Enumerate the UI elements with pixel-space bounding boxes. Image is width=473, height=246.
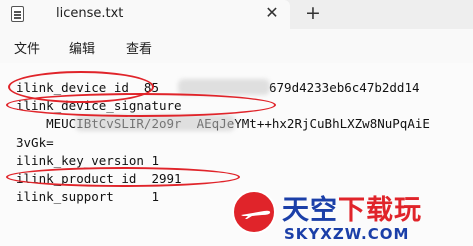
watermark-en: SKYXZW.COM (284, 225, 410, 243)
watermark-cn: 天空下载玩 (282, 188, 422, 227)
line-support: ilink_support 1 (16, 189, 159, 204)
device-id-tail: 679d4233eb6c47b2dd14 (269, 80, 420, 95)
close-icon[interactable]: ✕ (262, 2, 282, 24)
tab-bar: license.txt ✕ + (0, 0, 473, 29)
tab-license[interactable]: license.txt ✕ (0, 0, 290, 29)
new-tab-button[interactable]: + (302, 1, 324, 25)
menu-bar: 文件 编辑 查看 (0, 29, 473, 63)
watermark-cn-2: 下载玩 (338, 195, 422, 226)
line-signature-end: 3vGk= (16, 135, 54, 150)
line-key-version: ilink_key_version 1 (16, 153, 159, 168)
watermark-cn-1: 天空 (282, 195, 338, 226)
watermark: 天空下载玩 SKYXZW.COM (232, 188, 473, 246)
tab-title: license.txt (56, 6, 124, 21)
highlight-ellipse (6, 167, 240, 187)
menu-edit[interactable]: 编辑 (69, 38, 95, 57)
menu-view[interactable]: 查看 (126, 38, 152, 57)
document-icon (11, 6, 24, 22)
logo-icon (232, 190, 276, 234)
plane-icon (241, 210, 271, 219)
blur-mask (178, 79, 270, 95)
blur-mask (75, 115, 235, 131)
menu-file[interactable]: 文件 (14, 38, 40, 57)
highlight-ellipse (6, 93, 276, 117)
